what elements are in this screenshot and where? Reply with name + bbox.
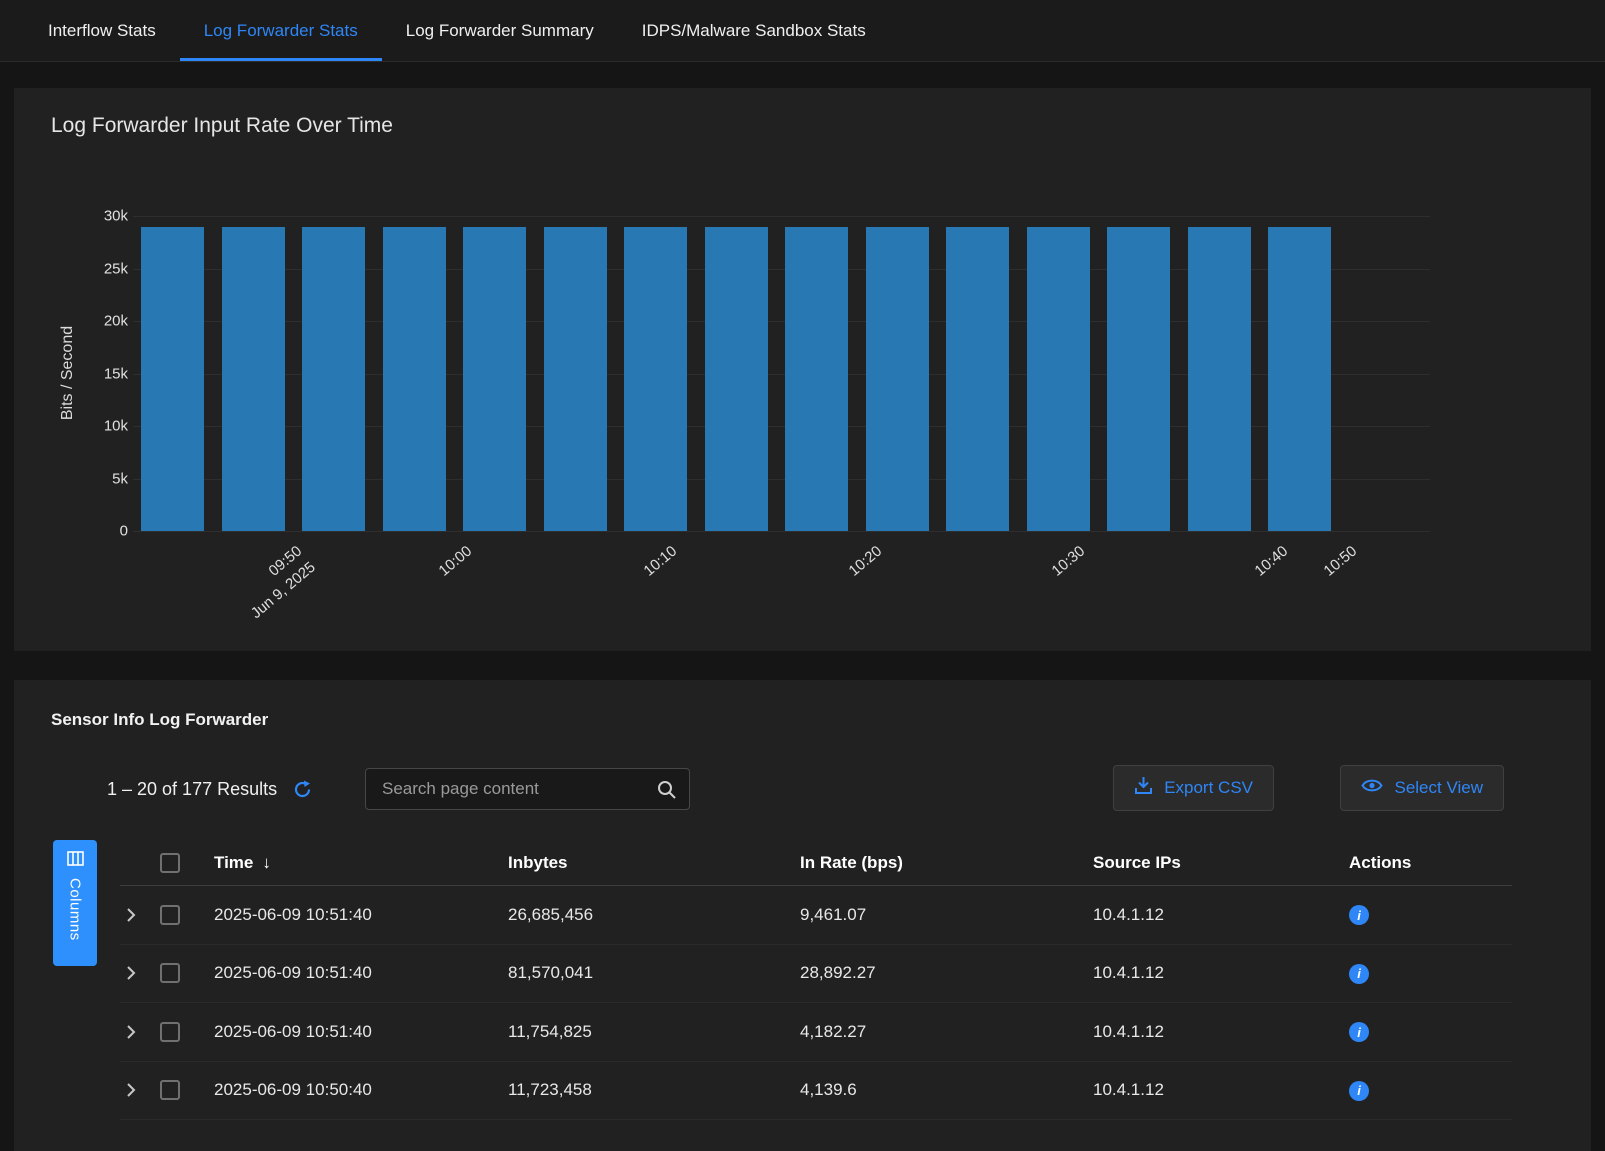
bar[interactable] — [705, 227, 768, 532]
bar[interactable] — [222, 227, 285, 532]
cell-source-ips: 10.4.1.12 — [1077, 1080, 1333, 1100]
x-tick-label: 10:00 — [434, 541, 476, 581]
sort-descending-icon: ↓ — [262, 853, 271, 872]
bar[interactable] — [946, 227, 1009, 532]
results-text: 1 – 20 of 177 Results — [107, 779, 277, 800]
cell-source-ips: 10.4.1.12 — [1077, 963, 1333, 983]
select-view-label: Select View — [1394, 778, 1483, 798]
bar-series — [133, 216, 1430, 531]
results-count: 1 – 20 of 177 Results — [107, 779, 312, 800]
cell-in-rate: 28,892.27 — [784, 963, 1077, 983]
row-checkbox[interactable] — [160, 963, 180, 983]
tab-log-forwarder-summary[interactable]: Log Forwarder Summary — [382, 0, 618, 61]
table-header-row: Time↓ Inbytes In Rate (bps) Source IPs A… — [120, 840, 1512, 886]
cell-source-ips: 10.4.1.12 — [1077, 1022, 1333, 1042]
select-all-checkbox[interactable] — [160, 853, 180, 873]
cell-in-rate: 4,139.6 — [784, 1080, 1077, 1100]
y-tick-label: 5k — [112, 470, 128, 487]
search-icon[interactable] — [656, 779, 677, 805]
y-tick-label: 0 — [120, 523, 128, 540]
cell-in-rate: 4,182.27 — [784, 1022, 1077, 1042]
columns-button[interactable]: Columns — [53, 840, 97, 966]
bar[interactable] — [624, 227, 687, 532]
search-box — [365, 768, 690, 810]
cell-in-rate: 9,461.07 — [784, 905, 1077, 925]
cell-inbytes: 11,723,458 — [492, 1080, 784, 1100]
x-tick-label: 10:50 — [1319, 541, 1361, 581]
cell-inbytes: 11,754,825 — [492, 1022, 784, 1042]
expand-chevron-icon[interactable] — [126, 965, 136, 981]
column-header-inbytes[interactable]: Inbytes — [492, 853, 784, 873]
table-row: 2025-06-09 10:51:40 26,685,456 9,461.07 … — [120, 886, 1512, 945]
bar[interactable] — [302, 227, 365, 532]
refresh-icon[interactable] — [293, 780, 312, 799]
info-icon[interactable]: i — [1349, 964, 1369, 984]
bar[interactable] — [1107, 227, 1170, 532]
download-icon — [1134, 776, 1153, 800]
chart-title: Log Forwarder Input Rate Over Time — [51, 114, 393, 138]
row-checkbox[interactable] — [160, 1080, 180, 1100]
column-header-source-ips[interactable]: Source IPs — [1077, 853, 1333, 873]
expand-chevron-icon[interactable] — [126, 1082, 136, 1098]
info-icon[interactable]: i — [1349, 1081, 1369, 1101]
bar[interactable] — [1027, 227, 1090, 532]
x-axis-ticks: 09:50 Jun 9, 2025 10:00 10:10 10:20 10:30 10:… — [133, 531, 1430, 649]
x-tick-label: 10:10 — [639, 541, 681, 581]
bar[interactable] — [383, 227, 446, 532]
tab-interflow-stats[interactable]: Interflow Stats — [24, 0, 180, 61]
table-row: 2025-06-09 10:51:40 81,570,041 28,892.27… — [120, 945, 1512, 1004]
x-tick-label: 09:50 Jun 9, 2025 — [233, 541, 320, 624]
y-tick-label: 10k — [104, 418, 128, 435]
bar[interactable] — [141, 227, 204, 532]
sensor-table: Time↓ Inbytes In Rate (bps) Source IPs A… — [120, 840, 1512, 1120]
cell-inbytes: 26,685,456 — [492, 905, 784, 925]
columns-button-label: Columns — [67, 878, 84, 941]
bar[interactable] — [1188, 227, 1251, 532]
cell-time: 2025-06-09 10:50:40 — [198, 1080, 492, 1100]
select-view-button[interactable]: Select View — [1340, 765, 1504, 811]
column-header-in-rate[interactable]: In Rate (bps) — [784, 853, 1077, 873]
export-csv-label: Export CSV — [1164, 778, 1253, 798]
y-tick-label: 15k — [104, 365, 128, 382]
export-csv-button[interactable]: Export CSV — [1113, 765, 1274, 811]
bar[interactable] — [463, 227, 526, 532]
x-tick-label: 10:40 — [1250, 541, 1292, 581]
y-tick-label: 25k — [104, 260, 128, 277]
cell-source-ips: 10.4.1.12 — [1077, 905, 1333, 925]
bar[interactable] — [1268, 227, 1331, 532]
x-tick-label: 10:20 — [844, 541, 886, 581]
table-title: Sensor Info Log Forwarder — [51, 710, 268, 730]
x-tick-label: 10:30 — [1047, 541, 1089, 581]
chart-panel: Log Forwarder Input Rate Over Time Bits … — [14, 88, 1591, 651]
table-row: 2025-06-09 10:51:40 11,754,825 4,182.27 … — [120, 1003, 1512, 1062]
row-checkbox[interactable] — [160, 905, 180, 925]
search-input[interactable] — [366, 769, 689, 809]
table-row: 2025-06-09 10:50:40 11,723,458 4,139.6 1… — [120, 1062, 1512, 1121]
expand-chevron-icon[interactable] — [126, 1024, 136, 1040]
row-checkbox[interactable] — [160, 1022, 180, 1042]
eye-icon — [1361, 778, 1383, 798]
tab-bar: Interflow StatsLog Forwarder StatsLog Fo… — [0, 0, 1605, 62]
cell-inbytes: 81,570,041 — [492, 963, 784, 983]
info-icon[interactable]: i — [1349, 905, 1369, 925]
tab-log-forwarder-stats[interactable]: Log Forwarder Stats — [180, 0, 382, 61]
table-panel: Sensor Info Log Forwarder 1 – 20 of 177 … — [14, 680, 1591, 1151]
y-axis-ticks: 30k25k20k15k10k5k0 — [54, 216, 128, 531]
cell-time: 2025-06-09 10:51:40 — [198, 905, 492, 925]
tab-idps-malware-sandbox-stats[interactable]: IDPS/Malware Sandbox Stats — [618, 0, 890, 61]
bar[interactable] — [866, 227, 929, 532]
cell-time: 2025-06-09 10:51:40 — [198, 1022, 492, 1042]
expand-chevron-icon[interactable] — [126, 907, 136, 923]
bar[interactable] — [785, 227, 848, 532]
y-tick-label: 30k — [104, 208, 128, 225]
bar[interactable] — [544, 227, 607, 532]
y-tick-label: 20k — [104, 313, 128, 330]
cell-time: 2025-06-09 10:51:40 — [198, 963, 492, 983]
columns-icon — [67, 851, 84, 871]
column-header-actions: Actions — [1333, 853, 1512, 873]
column-header-time[interactable]: Time↓ — [198, 853, 492, 873]
chart-plot-area — [133, 216, 1430, 531]
info-icon[interactable]: i — [1349, 1022, 1369, 1042]
